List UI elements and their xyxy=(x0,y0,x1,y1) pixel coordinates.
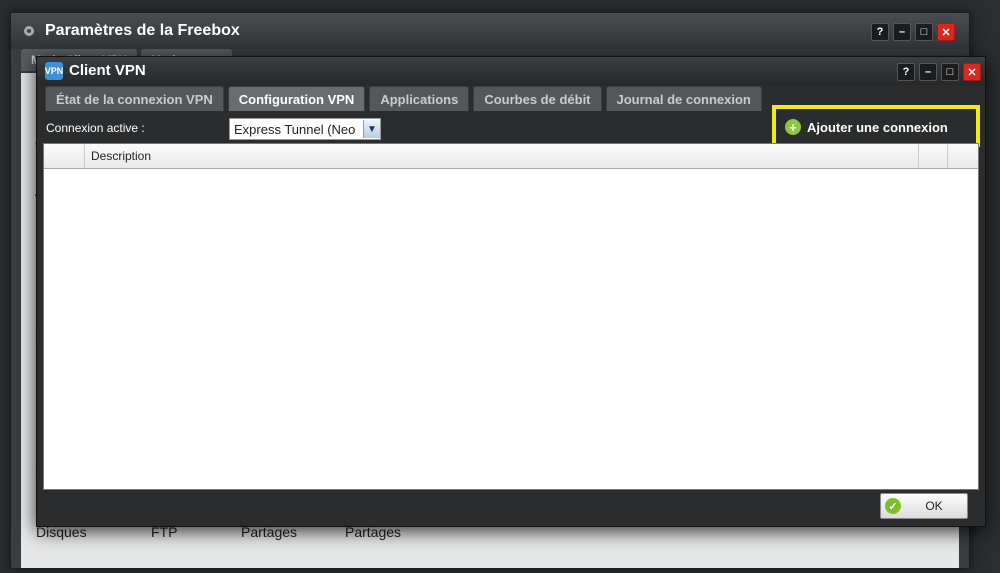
checkmark-icon: ✓ xyxy=(885,498,901,514)
help-icon[interactable]: ? xyxy=(897,63,915,81)
connection-label: Connexion active : xyxy=(46,121,145,135)
connections-table: Description xyxy=(43,143,979,490)
dialog-title: Client VPN xyxy=(69,62,146,79)
tab-configuration-vpn[interactable]: Configuration VPN xyxy=(227,86,366,111)
vpn-icon: VPN xyxy=(45,62,63,80)
dialog-tabs: État de la connexion VPN Configuration V… xyxy=(45,86,762,111)
dialog-titlebar: VPN Client VPN ? – □ ✕ xyxy=(37,57,985,85)
minimize-icon[interactable]: – xyxy=(919,63,937,81)
add-connection-label: Ajouter une connexion xyxy=(807,119,948,135)
table-header: Description xyxy=(44,144,978,169)
ok-label: OK xyxy=(925,499,943,513)
tab-applications[interactable]: Applications xyxy=(369,86,470,111)
gear-icon xyxy=(24,26,34,36)
column-header-edit[interactable] xyxy=(919,144,948,168)
ok-button[interactable]: ✓ OK xyxy=(880,493,968,519)
chevron-down-icon[interactable]: ▼ xyxy=(363,120,380,138)
column-header-description[interactable]: Description xyxy=(85,144,919,168)
dialog-window-controls: ? – □ ✕ xyxy=(897,63,981,81)
column-header-select[interactable] xyxy=(44,144,85,168)
close-icon[interactable]: ✕ xyxy=(963,63,981,81)
plus-icon: + xyxy=(785,119,801,135)
parent-title: Paramètres de la Freebox xyxy=(45,22,240,39)
maximize-icon[interactable]: □ xyxy=(915,23,933,41)
connection-select[interactable]: Express Tunnel (Neo ▼ xyxy=(229,118,381,140)
connection-select-value: Express Tunnel (Neo xyxy=(234,121,356,137)
client-vpn-dialog: VPN Client VPN ? – □ ✕ État de la connex… xyxy=(36,56,986,527)
minimize-icon[interactable]: – xyxy=(893,23,911,41)
column-header-delete[interactable] xyxy=(948,144,978,168)
add-connection-button[interactable]: + Ajouter une connexion xyxy=(785,114,948,140)
close-icon[interactable]: ✕ xyxy=(937,23,955,41)
tab-journal-connexion[interactable]: Journal de connexion xyxy=(605,86,762,111)
maximize-icon[interactable]: □ xyxy=(941,63,959,81)
tab-courbes-debit[interactable]: Courbes de débit xyxy=(473,86,602,111)
parent-titlebar: Paramètres de la Freebox ? – □ ✕ xyxy=(11,13,969,49)
tab-etat-connexion[interactable]: État de la connexion VPN xyxy=(45,86,224,111)
help-icon[interactable]: ? xyxy=(871,23,889,41)
parent-window-controls: ? – □ ✕ xyxy=(871,23,955,41)
